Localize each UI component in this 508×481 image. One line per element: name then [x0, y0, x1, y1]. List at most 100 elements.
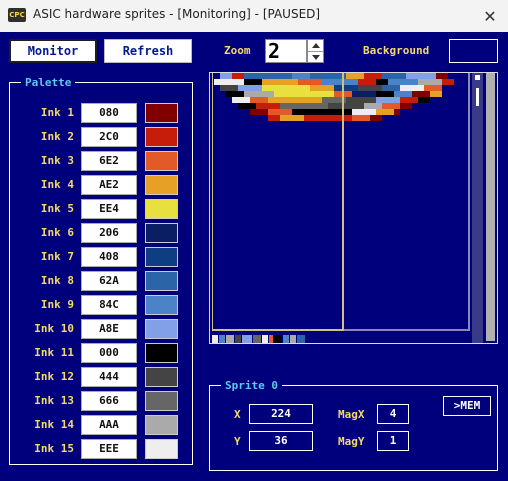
- scrollbar-track: [486, 73, 495, 341]
- ink-color-swatch[interactable]: [145, 271, 178, 291]
- ink-value-field[interactable]: 206: [81, 223, 137, 243]
- x-field[interactable]: 224: [249, 404, 313, 424]
- ink-color-swatch[interactable]: [145, 151, 178, 171]
- sprite-pixel: [214, 79, 244, 85]
- ink-row: Ink 14 AAA: [24, 415, 184, 435]
- ink-value-field[interactable]: 000: [81, 343, 137, 363]
- ink-value-field[interactable]: AAA: [81, 415, 137, 435]
- sprite-title: Sprite 0: [221, 379, 282, 392]
- sprite-pixel: [358, 85, 382, 91]
- ink-label: Ink 3: [40, 154, 74, 167]
- sprite-pixel: [232, 97, 250, 103]
- ink-value-field[interactable]: EE4: [81, 199, 137, 219]
- ink-color-swatch[interactable]: [145, 103, 178, 123]
- sprite-pixel: [268, 109, 292, 115]
- ink-value-field[interactable]: 080: [81, 103, 137, 123]
- sprite-pixel: [412, 91, 430, 97]
- sprite-pixel: [370, 115, 382, 121]
- ink-color-swatch[interactable]: [145, 439, 178, 459]
- ink-value-field[interactable]: 2C0: [81, 127, 137, 147]
- monitor-button[interactable]: Monitor: [9, 39, 97, 63]
- sprite-pixel: [297, 335, 305, 343]
- ink-value-field[interactable]: A8E: [81, 319, 137, 339]
- ink-color-swatch[interactable]: [145, 367, 178, 387]
- sprite-pixel: [376, 97, 400, 103]
- ink-row: Ink 8 62A: [24, 271, 184, 291]
- ink-label: Ink 2: [40, 130, 74, 143]
- sprite-pixel: [376, 79, 388, 85]
- ink-color-swatch[interactable]: [145, 223, 178, 243]
- sprite-pixel: [328, 103, 364, 109]
- ink-row: Ink 11 000: [24, 343, 184, 363]
- magy-label: MagY: [338, 435, 365, 448]
- ink-value-field[interactable]: EEE: [81, 439, 137, 459]
- sprite-pixel: [268, 115, 280, 121]
- palette-title: Palette: [21, 76, 76, 89]
- sprite-pixel: [436, 73, 448, 79]
- sprite-pixel: [364, 73, 382, 79]
- mem-button[interactable]: >MEM: [443, 396, 491, 416]
- ink-value-field[interactable]: 666: [81, 391, 137, 411]
- ink-color-swatch[interactable]: [145, 175, 178, 195]
- sprite-pixel: [424, 85, 442, 91]
- zoom-up-arrow-icon[interactable]: [312, 43, 320, 48]
- ink-color-swatch[interactable]: [145, 415, 178, 435]
- ink-label: Ink 7: [40, 250, 74, 263]
- ink-row: Ink 13 666: [24, 391, 184, 411]
- zoom-value: 2: [268, 39, 281, 63]
- ink-label: Ink 13: [34, 394, 74, 407]
- ink-label: Ink 11: [34, 346, 74, 359]
- sprite-frame-line: [344, 329, 470, 331]
- sprite-pixel: [358, 79, 376, 85]
- magx-label: MagX: [338, 408, 365, 421]
- sprite-pixel: [382, 103, 400, 109]
- sprite-pixel: [274, 91, 334, 97]
- ink-value-field[interactable]: 444: [81, 367, 137, 387]
- ink-row: Ink 10 A8E: [24, 319, 184, 339]
- sprite-canvas: [212, 73, 497, 343]
- ink-color-swatch[interactable]: [145, 343, 178, 363]
- window-title: ASIC hardware sprites - [Monitoring] - […: [33, 7, 321, 21]
- sprite-pixel: [283, 335, 289, 343]
- ink-value-field[interactable]: 62A: [81, 271, 137, 291]
- sprite-pixel: [394, 91, 412, 97]
- sprite-pixel: [352, 91, 376, 97]
- ink-color-swatch[interactable]: [145, 127, 178, 147]
- sprite-pixel: [250, 109, 268, 115]
- zoom-input[interactable]: 2: [265, 39, 307, 63]
- sprite-pixel: [388, 79, 418, 85]
- ink-value-field[interactable]: 6E2: [81, 151, 137, 171]
- ink-color-swatch[interactable]: [145, 247, 178, 267]
- ink-value-field[interactable]: 408: [81, 247, 137, 267]
- ink-label: Ink 14: [34, 418, 74, 431]
- close-button[interactable]: ✕: [476, 4, 504, 28]
- sprite-pixel: [244, 91, 274, 97]
- sprite-pixel: [346, 97, 376, 103]
- y-field[interactable]: 36: [249, 431, 313, 451]
- ink-color-swatch[interactable]: [145, 319, 178, 339]
- ink-row: Ink 15 EEE: [24, 439, 184, 459]
- sprite-frame-line: [212, 73, 213, 331]
- refresh-button[interactable]: Refresh: [104, 39, 192, 63]
- ink-value-field[interactable]: 84C: [81, 295, 137, 315]
- background-color-swatch[interactable]: [449, 39, 498, 63]
- scrollbar-thumb: [476, 88, 479, 106]
- ink-color-swatch[interactable]: [145, 391, 178, 411]
- sprite-viewport[interactable]: [209, 72, 498, 344]
- scrollbar-track: [472, 73, 483, 343]
- ink-row: Ink 9 84C: [24, 295, 184, 315]
- ink-color-swatch[interactable]: [145, 199, 178, 219]
- sprite-pixel: [292, 73, 310, 79]
- sprite-pixel: [430, 91, 442, 97]
- ink-color-swatch[interactable]: [145, 295, 178, 315]
- sprite-pixel: [219, 335, 225, 343]
- magx-field[interactable]: 4: [377, 404, 409, 424]
- sprite-pixel: [400, 97, 418, 103]
- scrollbar-up-arrow-icon: [475, 75, 480, 80]
- magy-field[interactable]: 1: [377, 431, 409, 451]
- sprite-pixel: [262, 85, 310, 91]
- sprite-pixel: [352, 109, 376, 115]
- zoom-down-arrow-icon[interactable]: [312, 55, 320, 60]
- ink-value-field[interactable]: AE2: [81, 175, 137, 195]
- zoom-stepper[interactable]: [307, 39, 324, 63]
